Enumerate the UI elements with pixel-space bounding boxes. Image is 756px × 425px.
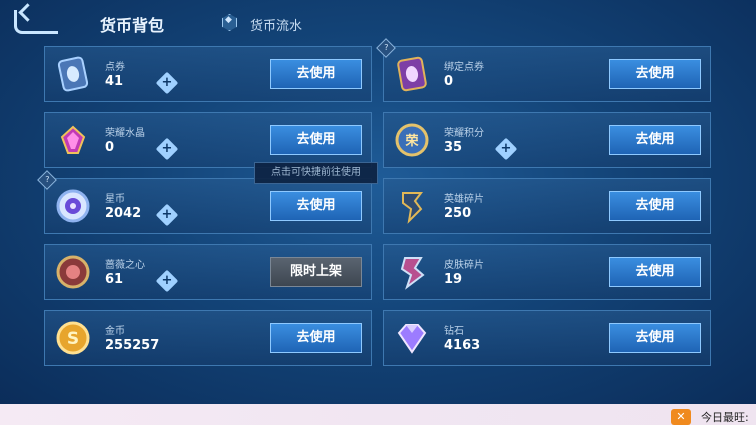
tab-currency-flow[interactable]: 货币流水 [250,15,302,34]
currency-card-diamond: 钻石 4163 去使用 [383,310,711,366]
currency-name: 钻石 [444,326,464,337]
currency-value: 250 [444,206,472,221]
currency-card-hero-shard: 英雄碎片 250 去使用 [383,178,711,234]
currency-value: 2042 [105,206,142,221]
tab-currency-bag[interactable]: 货币背包 [100,12,164,36]
star-coin-icon [54,187,92,225]
tooltip: 点击可快捷前往使用 [254,162,378,184]
currency-name: 皮肤碎片 [444,260,484,271]
currency-value: 0 [444,74,454,89]
bound-ticket-icon [393,55,431,93]
bottom-notification-bar [0,404,756,425]
currency-card-rose-heart: 蔷薇之心 61 + 限时上架 [44,244,372,300]
add-glory-crystal-button[interactable]: + [155,137,179,161]
currency-card-bound-coupon: ? 绑定点券 0 去使用 [376,38,711,102]
bottom-text[interactable]: 今日最旺: [701,409,749,425]
currency-value: 19 [444,272,463,287]
currency-name: 星币 [105,194,125,205]
currency-value: 4163 [444,338,481,353]
use-button[interactable]: 去使用 [609,125,701,155]
currency-name: 金币 [105,326,125,337]
add-rose-heart-button[interactable]: + [155,269,179,293]
limited-time-button[interactable]: 限时上架 [270,257,362,287]
currency-name: 蔷薇之心 [105,260,145,271]
glory-points-icon: 荣 [393,121,431,159]
gold-coin-icon: S [54,319,92,357]
add-coupon-button[interactable]: + [155,71,179,95]
hero-shard-icon [393,187,431,225]
use-button[interactable]: 去使用 [270,323,362,353]
use-button[interactable]: 去使用 [270,125,362,155]
currency-value: 255257 [105,338,160,353]
svg-text:S: S [67,329,79,349]
use-button[interactable]: 去使用 [270,59,362,89]
currency-card-coupon: 点券 41 + 去使用 [44,46,372,102]
top-bar: 货币背包 货币流水 [0,0,756,44]
currency-name: 点券 [105,62,125,73]
currency-card-gold-coin: S 金币 255257 去使用 [44,310,372,366]
use-button[interactable]: 去使用 [609,257,701,287]
currency-card-star-coin: ? 星币 2042 + 去使用 [37,170,372,234]
rose-heart-icon [54,253,92,291]
use-button[interactable]: 去使用 [609,323,701,353]
add-glory-points-button[interactable]: + [494,137,518,161]
currency-name: 英雄碎片 [444,194,484,205]
currency-card-glory-points: 荣 荣耀积分 35 + 去使用 [383,112,711,168]
back-arrow-icon[interactable] [14,10,58,34]
currency-value: 0 [105,140,115,155]
currency-value: 41 [105,74,124,89]
use-button[interactable]: 去使用 [609,59,701,89]
diamond-icon [393,319,431,357]
skin-shard-icon [393,253,431,291]
currency-value: 35 [444,140,463,155]
currency-name: 荣耀水晶 [105,128,145,139]
add-star-coin-button[interactable]: + [155,203,179,227]
currency-card-glory-crystal: 荣耀水晶 0 + 去使用 [44,112,372,168]
fire-icon[interactable]: ✕ [671,409,691,425]
currency-card-skin-shard: 皮肤碎片 19 去使用 [383,244,711,300]
ticket-icon [54,55,92,93]
use-button[interactable]: 去使用 [609,191,701,221]
currency-flow-icon [222,14,237,31]
currency-name: 荣耀积分 [444,128,484,139]
svg-text:荣: 荣 [404,133,419,149]
glory-crystal-icon [54,121,92,159]
use-button[interactable]: 去使用 [270,191,362,221]
currency-value: 61 [105,272,124,287]
currency-name: 绑定点券 [444,62,484,73]
